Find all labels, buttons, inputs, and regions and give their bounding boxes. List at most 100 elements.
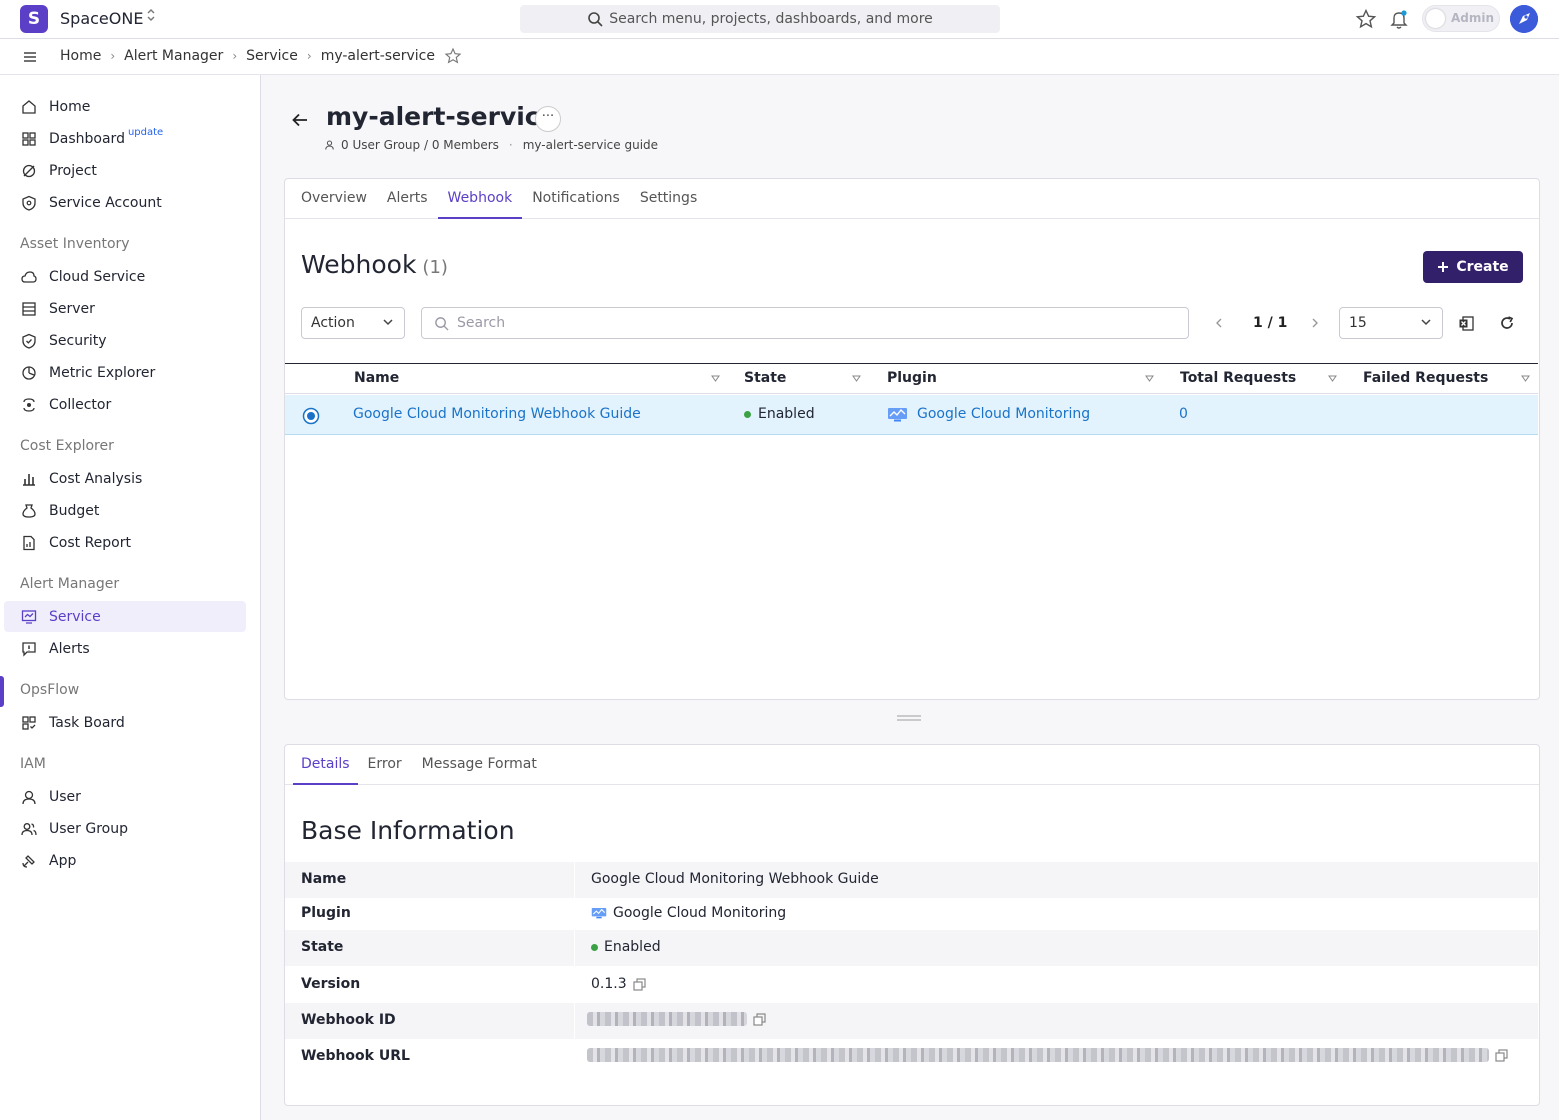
sidebar-item-label: App [49, 852, 77, 869]
sidebar-item-cloud-service[interactable]: Cloud Service [4, 261, 246, 292]
sidebar-item-service[interactable]: Service [4, 601, 246, 632]
tab-error[interactable]: Error [358, 745, 412, 785]
sidebar-item-label: Dashboard [49, 130, 125, 147]
tab-settings[interactable]: Settings [630, 179, 707, 219]
sort-icon[interactable] [1521, 374, 1530, 383]
sidebar-item-label: User Group [49, 820, 128, 837]
sidebar-item-security[interactable]: Security [4, 325, 246, 356]
info-row-webhook-url: Webhook URL [285, 1039, 1538, 1075]
plugin-link[interactable]: Google Cloud Monitoring [917, 406, 1090, 422]
copy-icon[interactable] [753, 1012, 766, 1026]
field-value-webhook-url [587, 1048, 1508, 1062]
breadcrumb-service[interactable]: Service [246, 48, 298, 64]
create-button[interactable]: Create [1423, 251, 1523, 283]
webhook-search-input[interactable]: Search [421, 307, 1189, 339]
field-value-text: 0.1.3 [591, 976, 627, 992]
sidebar-item-task-board[interactable]: Task Board [4, 707, 246, 738]
tab-details[interactable]: Details [293, 745, 358, 785]
sidebar-item-service-account[interactable]: Service Account [4, 187, 246, 218]
menu-toggle-icon[interactable] [22, 50, 38, 64]
service-guide-link[interactable]: my-alert-service guide [523, 138, 658, 152]
toggle-knob [1426, 9, 1445, 28]
sort-icon[interactable] [711, 374, 720, 383]
sidebar-item-dashboard[interactable]: Dashboard update [4, 123, 246, 154]
notification-bell-icon[interactable] [1388, 8, 1410, 30]
column-header-plugin[interactable]: Plugin [887, 370, 937, 386]
workspace-switch-icon[interactable] [146, 8, 156, 24]
column-header-total-requests[interactable]: Total Requests [1180, 370, 1296, 386]
section-heading-opsflow: OpsFlow [20, 682, 80, 698]
tab-webhook[interactable]: Webhook [437, 179, 523, 219]
column-header-failed-requests[interactable]: Failed Requests [1363, 370, 1488, 386]
breadcrumb-home[interactable]: Home [60, 48, 101, 64]
sidebar-item-label: Cost Analysis [49, 470, 143, 487]
sidebar-item-cost-report[interactable]: Cost Report [4, 527, 246, 558]
sidebar-item-collector[interactable]: Collector [4, 389, 246, 420]
sidebar-item-label: Metric Explorer [49, 364, 156, 381]
shield-icon [21, 333, 37, 349]
action-dropdown[interactable]: Action [301, 307, 405, 339]
tab-alerts[interactable]: Alerts [377, 179, 438, 219]
sidebar-item-label: Cost Report [49, 534, 131, 551]
home-icon [21, 99, 37, 115]
state-cell: Enabled [744, 406, 815, 422]
sidebar-item-app[interactable]: App [4, 845, 246, 876]
column-header-name[interactable]: Name [354, 370, 399, 386]
sidebar-item-alerts[interactable]: Alerts [4, 633, 246, 664]
search-icon [435, 316, 449, 331]
breadcrumb-current: my-alert-service [320, 48, 435, 64]
tab-notifications[interactable]: Notifications [522, 179, 630, 219]
members-count[interactable]: 0 User Group / 0 Members [341, 138, 499, 152]
total-requests-value[interactable]: 0 [1179, 406, 1188, 422]
user-group-icon [21, 821, 37, 837]
sidebar-item-project[interactable]: Project [4, 155, 246, 186]
next-page-icon[interactable] [1309, 317, 1321, 329]
copy-icon[interactable] [1495, 1048, 1508, 1062]
sort-icon[interactable] [852, 374, 861, 383]
field-value-state: Enabled [591, 939, 661, 955]
favorite-star-icon[interactable] [1355, 8, 1377, 30]
user-avatar[interactable] [1510, 5, 1538, 33]
sidebar-item-budget[interactable]: Budget [4, 495, 246, 526]
app-logo[interactable]: S [20, 5, 48, 33]
back-arrow-icon[interactable] [289, 109, 311, 131]
sidebar-item-label: Server [49, 300, 95, 317]
meta-separator: · [508, 138, 513, 152]
sidebar-item-user-group[interactable]: User Group [4, 813, 246, 844]
webhook-name-link[interactable]: Google Cloud Monitoring Webhook Guide [353, 406, 641, 422]
google-cloud-monitoring-icon [591, 908, 607, 919]
sidebar-item-server[interactable]: Server [4, 293, 246, 324]
base-information-title: Base Information [301, 816, 515, 845]
table-row[interactable]: Google Cloud Monitoring Webhook Guide En… [285, 395, 1538, 435]
task-board-icon [21, 715, 37, 731]
favorite-star-icon[interactable] [444, 47, 462, 65]
tab-message-format[interactable]: Message Format [412, 745, 547, 785]
resize-handle-icon[interactable] [897, 715, 921, 721]
section-heading-cost-explorer: Cost Explorer [20, 438, 114, 454]
more-options-button[interactable]: ··· [535, 106, 561, 132]
excel-export-icon[interactable] [1458, 315, 1475, 332]
refresh-icon[interactable] [1499, 315, 1515, 331]
sidebar-item-home[interactable]: Home [4, 91, 246, 122]
sort-icon[interactable] [1145, 374, 1154, 383]
sidebar-item-metric-explorer[interactable]: Metric Explorer [4, 357, 246, 388]
plugin-cell: Google Cloud Monitoring [887, 406, 1090, 422]
chevron-down-icon [383, 319, 393, 326]
app-name[interactable]: SpaceONE [60, 9, 143, 28]
service-monitor-icon [21, 609, 37, 625]
admin-mode-toggle[interactable]: Admin [1422, 5, 1500, 32]
page-title: my-alert-service [326, 102, 557, 131]
sidebar-item-user[interactable]: User [4, 781, 246, 812]
sidebar-item-cost-analysis[interactable]: Cost Analysis [4, 463, 246, 494]
row-radio-selected[interactable] [302, 407, 320, 425]
page-size-select[interactable]: 15 [1339, 307, 1443, 339]
breadcrumb-alert-manager[interactable]: Alert Manager [124, 48, 223, 64]
global-search[interactable]: Search menu, projects, dashboards, and m… [520, 5, 1000, 33]
prev-page-icon[interactable] [1213, 317, 1225, 329]
info-row-plugin: Plugin Google Cloud Monitoring [285, 896, 1538, 932]
sort-icon[interactable] [1328, 374, 1337, 383]
column-header-state[interactable]: State [744, 370, 786, 386]
breadcrumb-bar: Home › Alert Manager › Service › my-aler… [0, 39, 1559, 75]
copy-icon[interactable] [633, 977, 646, 991]
tab-overview[interactable]: Overview [291, 179, 377, 219]
